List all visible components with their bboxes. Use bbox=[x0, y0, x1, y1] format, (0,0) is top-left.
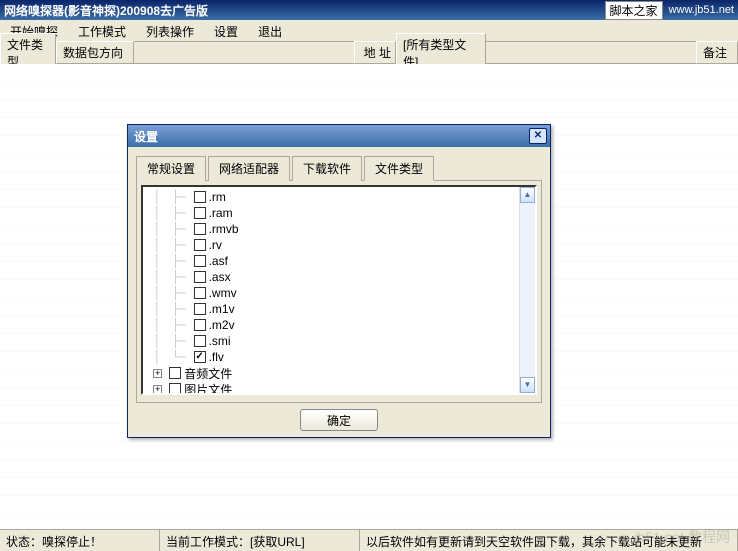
scrollbar[interactable]: ▲ ▼ bbox=[519, 187, 535, 393]
col-remark[interactable]: 备注 bbox=[696, 41, 738, 64]
ext-item[interactable]: │ ├─ .wmv bbox=[147, 285, 519, 301]
tab-row: 常规设置 网络适配器 下载软件 文件类型 bbox=[136, 155, 542, 181]
ext-label: .asf bbox=[209, 254, 228, 268]
checkbox-icon[interactable] bbox=[194, 223, 206, 235]
ext-label: .flv bbox=[209, 350, 224, 364]
checkbox-icon[interactable] bbox=[194, 335, 206, 347]
ext-item[interactable]: │ ├─ .ram bbox=[147, 205, 519, 221]
checkbox-icon[interactable] bbox=[194, 351, 206, 363]
ext-label: .asx bbox=[209, 270, 231, 284]
filetype-tree: │ ├─ .rm │ ├─ .ram │ ├─ .rmvb │ ├─ .rv │… bbox=[141, 185, 537, 395]
ext-label: .rv bbox=[209, 238, 222, 252]
column-header-row: 文件类型 数据包方向 地 址 [所有类型文件] 备注 bbox=[0, 42, 738, 64]
settings-dialog: 设置 ✕ 常规设置 网络适配器 下载软件 文件类型 │ ├─ .rm │ ├─ … bbox=[127, 124, 551, 438]
site-url: www.jb51.net bbox=[669, 4, 734, 16]
status-mode: 当前工作模式：[获取URL] bbox=[160, 530, 360, 551]
group-item[interactable]: + 音频文件 bbox=[147, 365, 519, 381]
titlebar: 网络嗅探器(影音神探)200908去广告版 脚本之家 www.jb51.net bbox=[0, 0, 738, 20]
dialog-titlebar[interactable]: 设置 ✕ bbox=[128, 125, 550, 147]
site-label: 脚本之家 bbox=[605, 1, 663, 20]
col-address-label: 地 址 bbox=[354, 41, 396, 64]
status-left: 状态：嗅探停止！ bbox=[0, 530, 160, 551]
checkbox-icon[interactable] bbox=[194, 207, 206, 219]
tab-content: │ ├─ .rm │ ├─ .ram │ ├─ .rmvb │ ├─ .rv │… bbox=[136, 181, 542, 403]
ext-item[interactable]: │ ├─ .asf bbox=[147, 253, 519, 269]
menu-settings[interactable]: 设置 bbox=[204, 20, 248, 41]
ext-item[interactable]: │ ├─ .rm bbox=[147, 189, 519, 205]
expand-icon[interactable]: + bbox=[153, 369, 162, 378]
ext-item[interactable]: │ ├─ .m2v bbox=[147, 317, 519, 333]
scroll-down-icon[interactable]: ▼ bbox=[520, 377, 535, 393]
status-right: 以后软件如有更新请到天空软件园下载，其余下载站可能未更新 bbox=[360, 530, 738, 551]
ext-label: .rmvb bbox=[209, 222, 239, 236]
ext-item[interactable]: │ ├─ .rmvb bbox=[147, 221, 519, 237]
menu-listop[interactable]: 列表操作 bbox=[136, 20, 204, 41]
ext-label: .rm bbox=[209, 190, 226, 204]
tab-filetype[interactable]: 文件类型 bbox=[364, 156, 434, 181]
checkbox-icon[interactable] bbox=[194, 271, 206, 283]
ext-label: .wmv bbox=[209, 286, 237, 300]
col-direction[interactable]: 数据包方向 bbox=[56, 41, 134, 64]
checkbox-icon[interactable] bbox=[194, 191, 206, 203]
dialog-title: 设置 bbox=[134, 128, 158, 145]
menubar: 开始嗅探 工作模式 列表操作 设置 退出 bbox=[0, 20, 738, 42]
ext-item[interactable]: │ ├─ .asx bbox=[147, 269, 519, 285]
ext-item[interactable]: │ ├─ .smi bbox=[147, 333, 519, 349]
group-item[interactable]: + 图片文件 bbox=[147, 381, 519, 393]
group-label: 音频文件 bbox=[184, 365, 232, 382]
scroll-track[interactable] bbox=[520, 203, 535, 377]
close-icon[interactable]: ✕ bbox=[529, 128, 547, 144]
ext-label: .m2v bbox=[209, 318, 235, 332]
checkbox-icon[interactable] bbox=[194, 319, 206, 331]
group-label: 图片文件 bbox=[184, 381, 232, 394]
checkbox-icon[interactable] bbox=[169, 367, 181, 379]
tab-general[interactable]: 常规设置 bbox=[136, 156, 206, 181]
app-title: 网络嗅探器(影音神探)200908去广告版 bbox=[4, 2, 208, 19]
ok-button[interactable]: 确定 bbox=[300, 409, 378, 431]
checkbox-icon[interactable] bbox=[194, 303, 206, 315]
menu-mode[interactable]: 工作模式 bbox=[68, 20, 136, 41]
checkbox-icon[interactable] bbox=[194, 239, 206, 251]
checkbox-icon[interactable] bbox=[169, 383, 181, 393]
statusbar: 状态：嗅探停止！ 当前工作模式：[获取URL] 以后软件如有更新请到天空软件园下… bbox=[0, 529, 738, 551]
scroll-up-icon[interactable]: ▲ bbox=[520, 187, 535, 203]
ext-item[interactable]: │ ├─ .m1v bbox=[147, 301, 519, 317]
ext-label: .m1v bbox=[209, 302, 235, 316]
checkbox-icon[interactable] bbox=[194, 255, 206, 267]
ext-label: .smi bbox=[209, 334, 231, 348]
ext-item[interactable]: │ └─ .flv bbox=[147, 349, 519, 365]
tab-download[interactable]: 下载软件 bbox=[292, 156, 362, 181]
ext-item[interactable]: │ ├─ .rv bbox=[147, 237, 519, 253]
ext-label: .ram bbox=[209, 206, 233, 220]
checkbox-icon[interactable] bbox=[194, 287, 206, 299]
tab-adapter[interactable]: 网络适配器 bbox=[208, 156, 290, 181]
menu-exit[interactable]: 退出 bbox=[248, 20, 292, 41]
expand-icon[interactable]: + bbox=[153, 385, 162, 394]
